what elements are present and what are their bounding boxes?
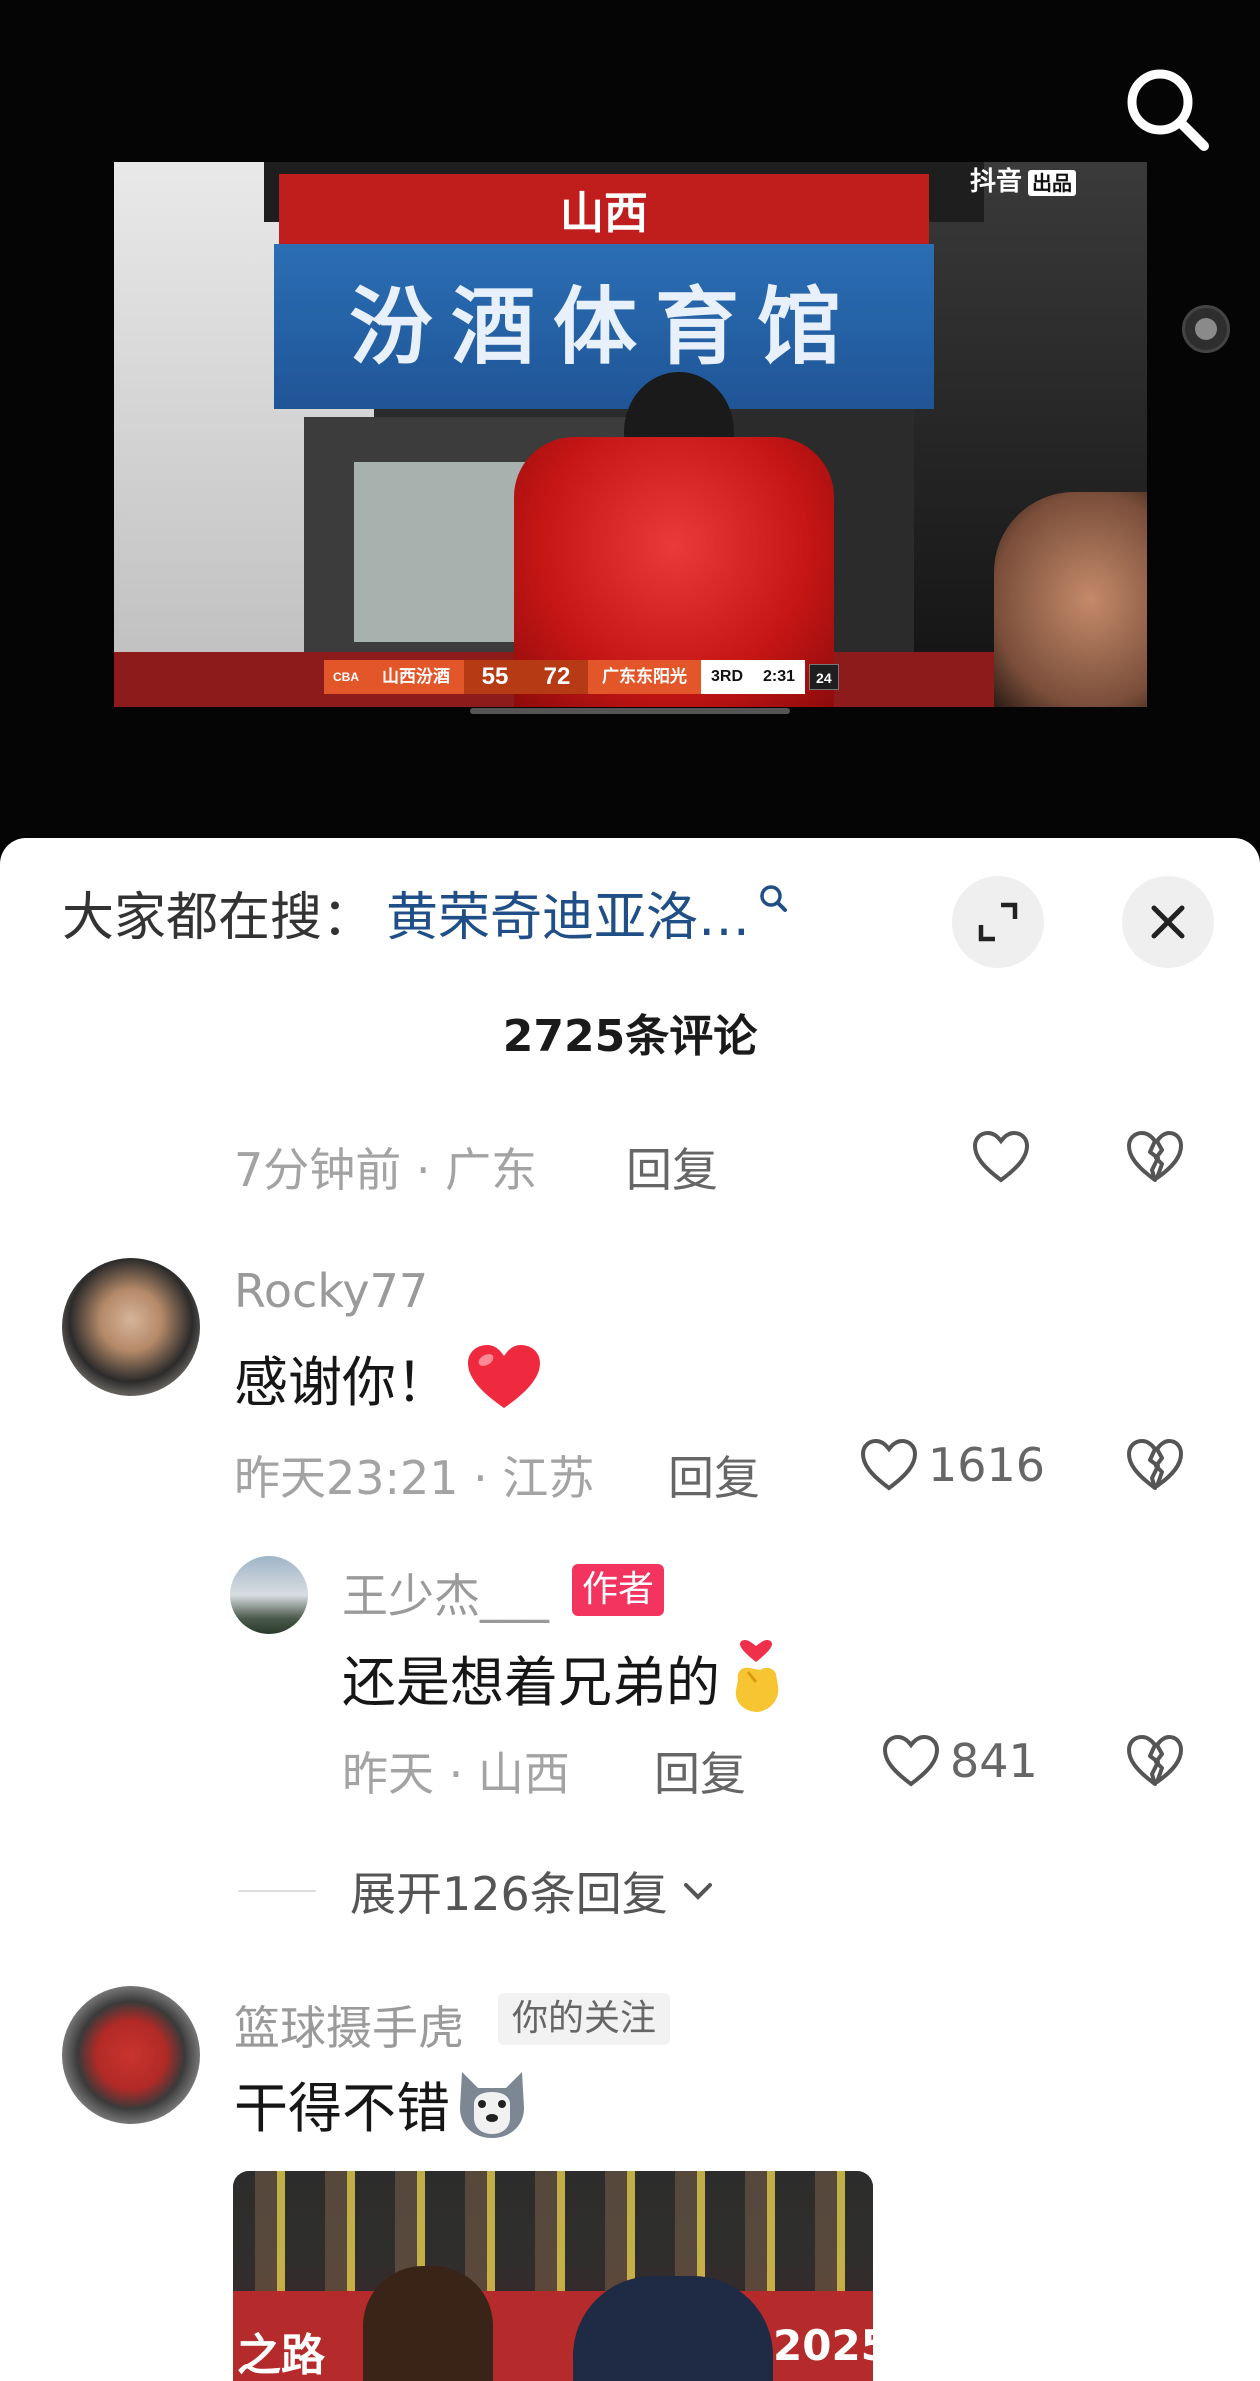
game-quarter: 3RD (701, 660, 754, 694)
scoreboard: CBA 山西汾酒 55 72 广东东阳光 3RD 2:31 24 (324, 660, 974, 694)
comment-count: 2725条评论 (502, 1011, 758, 1062)
broken-heart-icon (1127, 1439, 1183, 1490)
douyin-watermark: 抖音 出品 (970, 162, 1140, 202)
video-frame[interactable]: 山西 汾酒体育馆 抖音 出品 CBA 山西汾酒 55 72 广东东阳光 3RD 2… (114, 162, 1147, 707)
comment-text: 干得不错 (234, 2064, 530, 2143)
expand-replies-label: 展开126条回复 (350, 1867, 668, 1921)
comment-time-location: 昨天23:21 · 江苏 (234, 1451, 595, 1505)
spectator-face (994, 492, 1147, 707)
home-score: 55 (464, 660, 526, 694)
dislike-button[interactable] (1124, 1128, 1186, 1186)
video-player[interactable]: 山西 汾酒体育馆 抖音 出品 CBA 山西汾酒 55 72 广东东阳光 3RD 2… (0, 0, 1260, 840)
comment-sheet: 大家都在搜： 黄荣奇迪亚洛… 2725条评论 7分钟前 · 广东 回复 Rock… (0, 838, 1260, 2381)
avatar[interactable] (62, 1986, 200, 2124)
like-count: 841 (950, 1734, 1038, 1788)
reply-button[interactable]: 回复 (626, 1134, 718, 1200)
video-progress-bar[interactable] (470, 708, 790, 714)
like-count: 1616 (928, 1438, 1046, 1492)
search-icon (760, 885, 788, 912)
tunnel-door (354, 462, 534, 642)
comment-username[interactable]: Rocky77 (234, 1264, 428, 1318)
like-button[interactable]: 841 (880, 1732, 1038, 1790)
following-badge: 你的关注 (498, 1993, 671, 2045)
comment-username[interactable]: 篮球摄手虎 (234, 1992, 464, 2058)
close-button[interactable] (1122, 876, 1214, 968)
reply-text-body: 还是想着兄弟的 (342, 1651, 720, 1714)
hot-search-prefix: 大家都在搜： (62, 887, 375, 948)
reply-text: 还是想着兄弟的 (342, 1638, 786, 1717)
close-icon (1151, 905, 1185, 939)
avatar[interactable] (230, 1556, 308, 1634)
heart-outline-icon (972, 1130, 1030, 1183)
photo-text-right: 2025- (773, 2321, 873, 2370)
away-score: 72 (526, 660, 588, 694)
reply-button[interactable]: 回复 (668, 1442, 760, 1508)
heart-outline-icon (860, 1438, 918, 1491)
reply-username[interactable]: 王少杰___ (342, 1560, 549, 1626)
league-logo: CBA (324, 660, 368, 694)
home-team: 山西汾酒 (368, 660, 464, 694)
expand-icon (978, 902, 1018, 942)
comment-time-location: 7分钟前 · 广东 (234, 1143, 538, 1197)
divider (238, 1890, 316, 1892)
watermark-tag: 出品 (1028, 170, 1077, 196)
author-badge: 作者 (572, 1564, 665, 1616)
shot-clock: 24 (809, 664, 839, 690)
broken-heart-icon (1127, 1131, 1183, 1182)
dislike-button[interactable] (1124, 1436, 1186, 1494)
arena-banner: 山西 (279, 174, 929, 254)
watermark-text: 抖音 (970, 167, 1023, 197)
comment-text: 感谢你！ (234, 1338, 544, 1417)
hot-search-bar[interactable]: 大家都在搜： 黄荣奇迪亚洛… (62, 882, 788, 948)
comment-text-body: 干得不错 (234, 2077, 450, 2140)
finger-heart-emoji-icon (735, 1639, 779, 1712)
comment-text-body: 感谢你！ (234, 1351, 450, 1414)
search-icon[interactable] (1118, 60, 1218, 160)
photo-player (363, 2266, 493, 2381)
husky-face-emoji-icon (460, 2071, 524, 2138)
floating-record-button[interactable] (1182, 305, 1230, 353)
heart-outline-icon (882, 1734, 940, 1787)
comment-image[interactable]: 之路 2025- (233, 2171, 873, 2381)
reply-button[interactable]: 回复 (654, 1738, 746, 1804)
like-button[interactable] (970, 1128, 1040, 1186)
broken-heart-icon (1127, 1735, 1183, 1786)
expand-button[interactable] (952, 876, 1044, 968)
chevron-down-icon (683, 1883, 712, 1900)
game-clock: 2:31 (753, 660, 806, 694)
red-heart-emoji-icon (468, 1344, 540, 1408)
away-team: 广东东阳光 (588, 660, 701, 694)
avatar[interactable] (62, 1258, 200, 1396)
photo-crowd (233, 2171, 873, 2291)
like-button[interactable]: 1616 (858, 1436, 1045, 1494)
dislike-button[interactable] (1124, 1732, 1186, 1790)
arena-sign: 汾酒体育馆 (274, 244, 934, 409)
reply-time-location: 昨天 · 山西 (342, 1747, 570, 1801)
photo-text-left: 之路 (237, 2330, 325, 2381)
expand-replies-button[interactable]: 展开126条回复 (238, 1858, 718, 1924)
hot-search-term[interactable]: 黄荣奇迪亚洛… (386, 875, 750, 950)
